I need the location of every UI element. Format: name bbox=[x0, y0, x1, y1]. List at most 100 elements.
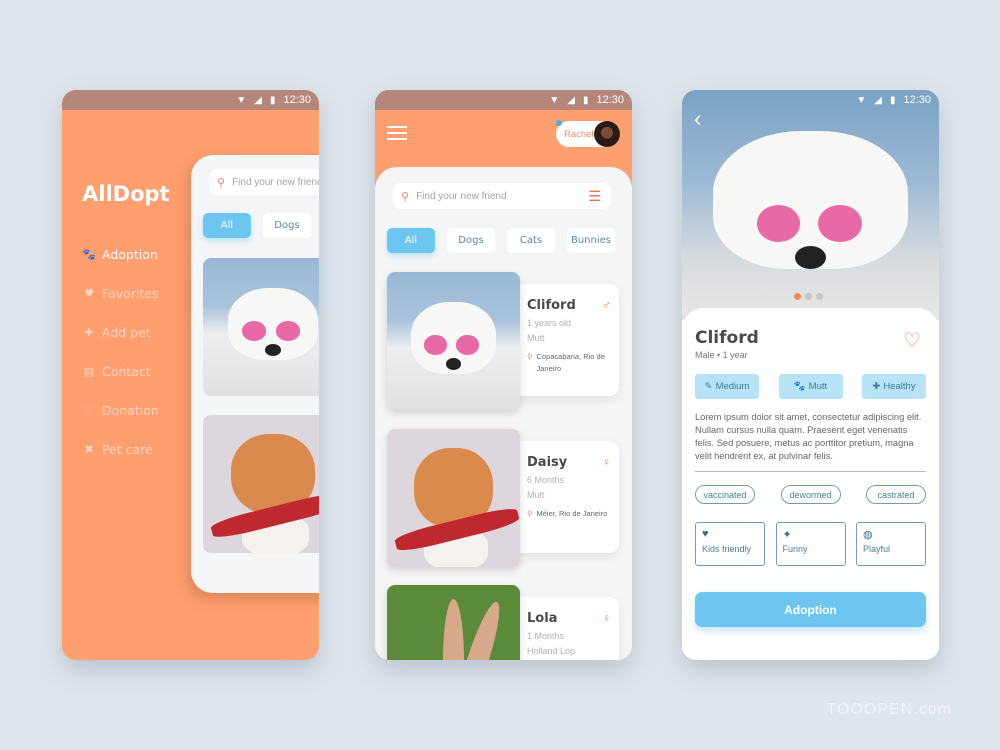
carousel-dot[interactable] bbox=[805, 293, 812, 300]
status-bar: ▼ ◢ ▮ 12:30 bbox=[682, 90, 939, 110]
watermark: TOOOPEN.com bbox=[826, 701, 952, 718]
content-panel-preview[interactable]: ⚲ Find your new friend All Dogs bbox=[191, 155, 319, 593]
category-chips: All Dogs bbox=[203, 213, 311, 238]
pet-card[interactable]: Cliford 1 years old Mutt ⚲ Copacabana, Ri… bbox=[387, 272, 619, 410]
attribute-breed: 🐾 Mutt bbox=[778, 374, 843, 399]
back-chevron-icon[interactable]: ‹ bbox=[694, 106, 701, 132]
status-time: 12:30 bbox=[596, 94, 624, 106]
location-text: Copacabana, Rio de Janeiro bbox=[536, 352, 605, 373]
ball-icon: ◍ bbox=[863, 529, 873, 541]
attributes: ✎ Medium 🐾 Mutt ✚ Healthy bbox=[695, 374, 926, 399]
content-panel: ⚲ Find your new friend ☰ All Dogs Cats B… bbox=[375, 167, 632, 660]
chip-dogs[interactable]: Dogs bbox=[447, 228, 495, 253]
list-screen: ▼ ◢ ▮ 12:30 Rachel ⚲ Find your new frien… bbox=[375, 90, 632, 660]
heart-icon: ♥ bbox=[702, 528, 709, 540]
pet-description: Lorem ipsum dolor sit amet, consectetur … bbox=[695, 412, 922, 461]
pet-photo bbox=[387, 429, 520, 567]
menu-item-add-pet[interactable]: ✚ Add pet bbox=[82, 313, 159, 352]
trait-playful: ◍ Playful bbox=[856, 522, 926, 566]
pet-info: Daisy 6 Months Mutt ⚲ Méier, Rio de Janei… bbox=[507, 441, 619, 553]
bandage-icon: ✖ bbox=[84, 443, 94, 456]
avatar bbox=[594, 121, 620, 147]
drawer-screen: ▼ ◢ ▮ 12:30 AllDopt 🐾 Adoption ♥ Favorites… bbox=[62, 90, 319, 660]
carousel-dot[interactable] bbox=[816, 293, 823, 300]
carousel-dot[interactable] bbox=[794, 293, 801, 300]
wifi-icon: ▼ bbox=[549, 94, 560, 106]
location-text: Méier, Rio de Janeiro bbox=[536, 509, 608, 518]
signal-icon: ◢ bbox=[874, 94, 882, 106]
pet-photo bbox=[387, 272, 520, 410]
user-profile-button[interactable]: Rachel bbox=[556, 120, 620, 147]
pet-hero-photo[interactable] bbox=[682, 90, 939, 320]
bandage-icon: ✚ bbox=[872, 381, 881, 392]
favorite-heart-icon[interactable]: ♡ bbox=[903, 328, 921, 353]
attribute-size: ✎ Medium bbox=[695, 374, 759, 399]
search-placeholder: Find your new friend bbox=[232, 176, 319, 188]
paw-icon: 🐾 bbox=[82, 248, 96, 261]
chip-bunnies[interactable]: Bunnies bbox=[567, 228, 615, 253]
detail-screen: ▼ ◢ ▮ 12:30 ‹ Cliford Male • 1 year ♡ ✎ M… bbox=[682, 90, 939, 660]
menu-label: Add pet bbox=[102, 325, 151, 340]
menu-label: Contact bbox=[102, 364, 151, 379]
trait-label: Playful bbox=[863, 544, 891, 554]
category-chips: All Dogs Cats Bunnies bbox=[387, 228, 615, 253]
pet-location: ⚲ Méier, Rio de Janeiro bbox=[527, 508, 619, 520]
drawer-menu: 🐾 Adoption ♥ Favorites ✚ Add pet ▤ Contact ♡… bbox=[82, 235, 159, 469]
pet-photo bbox=[387, 585, 520, 660]
trait-funny: ✦ Funny bbox=[775, 522, 846, 566]
user-name: Rachel bbox=[564, 128, 594, 140]
app-logo: AllDopt bbox=[82, 182, 170, 206]
plus-icon: ✚ bbox=[84, 326, 94, 339]
trait-kids-friendly: ♥ Kids friendly bbox=[695, 522, 765, 566]
notification-dot bbox=[556, 120, 562, 126]
pet-breed: Holland Lop bbox=[527, 646, 576, 656]
pet-detail-card: Cliford Male • 1 year ♡ ✎ Medium 🐾 Mutt ✚ H… bbox=[682, 308, 939, 660]
menu-item-favorites[interactable]: ♥ Favorites bbox=[82, 274, 159, 313]
personality-traits: ♥ Kids friendly ✦ Funny ◍ Playful bbox=[695, 522, 926, 566]
location-pin-icon: ⚲ bbox=[527, 352, 533, 361]
menu-item-adoption[interactable]: 🐾 Adoption bbox=[82, 235, 159, 274]
tag-dewormed: dewormed bbox=[780, 485, 841, 504]
pet-info: Cliford 1 years old Mutt ⚲ Copacabana, Ri… bbox=[507, 284, 619, 396]
menu-label: Pet care bbox=[102, 442, 153, 457]
sparkle-icon: ✦ bbox=[782, 529, 792, 541]
battery-icon: ▮ bbox=[582, 94, 589, 106]
attribute-label: Mutt bbox=[808, 381, 828, 392]
menu-item-donation[interactable]: ♡ Donation bbox=[82, 391, 159, 430]
chip-dogs[interactable]: Dogs bbox=[263, 213, 311, 238]
filter-icon[interactable]: ☰ bbox=[588, 188, 601, 205]
male-icon: ♂ bbox=[602, 298, 611, 312]
pet-age: 1 years old bbox=[527, 318, 572, 328]
signal-icon: ◢ bbox=[254, 94, 262, 106]
pet-card[interactable]: Lola 1 Months Holland Lop ♀ bbox=[387, 585, 619, 660]
status-bar: ▼ ◢ ▮ 12:30 bbox=[375, 90, 632, 110]
wifi-icon: ▼ bbox=[236, 94, 247, 106]
status-time: 12:30 bbox=[903, 94, 931, 106]
menu-item-contact[interactable]: ▤ Contact bbox=[82, 352, 159, 391]
pet-location: ⚲ Copacabana, Rio de Janeiro bbox=[527, 351, 619, 375]
pet-subtitle: Male • 1 year bbox=[695, 350, 748, 360]
heart-icon: ♥ bbox=[84, 287, 94, 300]
tag-vaccinated: vaccinated bbox=[695, 485, 755, 504]
menu-item-pet-care[interactable]: ✖ Pet care bbox=[82, 430, 159, 469]
attribute-health: ✚ Healthy bbox=[862, 374, 926, 399]
ruler-icon: ✎ bbox=[704, 381, 713, 392]
status-time: 12:30 bbox=[283, 94, 311, 106]
wifi-icon: ▼ bbox=[856, 94, 867, 106]
menu-label: Favorites bbox=[102, 286, 159, 301]
chip-all[interactable]: All bbox=[387, 228, 435, 253]
trait-label: Funny bbox=[782, 544, 808, 554]
search-input[interactable]: ⚲ Find your new friend ☰ bbox=[393, 183, 611, 209]
battery-icon: ▮ bbox=[889, 94, 896, 106]
pet-age: 1 Months bbox=[527, 631, 565, 641]
hamburger-menu-icon[interactable] bbox=[387, 126, 407, 144]
search-input[interactable]: ⚲ Find your new friend bbox=[209, 169, 319, 195]
pet-photo-dog[interactable] bbox=[203, 258, 319, 396]
pet-breed: Mutt bbox=[527, 490, 545, 500]
pet-photo-cat[interactable] bbox=[203, 415, 319, 553]
pet-card[interactable]: Daisy 6 Months Mutt ⚲ Méier, Rio de Janei… bbox=[387, 429, 619, 567]
chip-cats[interactable]: Cats bbox=[507, 228, 555, 253]
chip-all[interactable]: All bbox=[203, 213, 251, 238]
paw-icon: 🐾 bbox=[793, 381, 806, 392]
adoption-button[interactable]: Adoption bbox=[695, 592, 926, 627]
